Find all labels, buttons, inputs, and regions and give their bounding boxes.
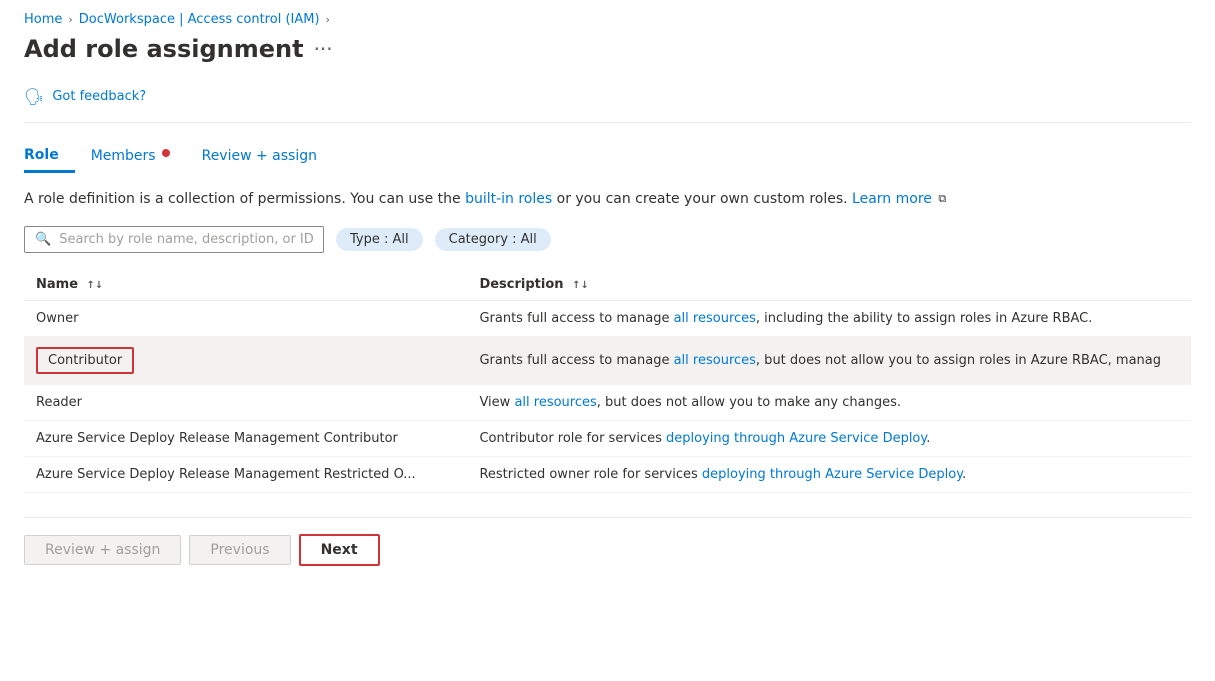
breadcrumb: Home › DocWorkspace | Access control (IA… — [24, 0, 1191, 35]
role-name-cell: Reader — [24, 385, 467, 421]
desc-after: , including the ability to assign roles … — [756, 311, 1092, 326]
divider — [24, 122, 1191, 123]
desc-link[interactable]: all resources — [674, 311, 756, 326]
previous-button[interactable]: Previous — [189, 535, 290, 565]
desc-after: . — [926, 431, 930, 446]
table-row[interactable]: Azure Service Deploy Release Management … — [24, 457, 1191, 493]
category-filter[interactable]: Category : All — [435, 228, 551, 251]
members-notification-dot — [162, 149, 170, 157]
ellipsis-menu[interactable]: ··· — [314, 37, 333, 61]
breadcrumb-workspace[interactable]: DocWorkspace | Access control (IAM) — [79, 12, 320, 27]
desc-link[interactable]: all resources — [674, 353, 756, 368]
filter-row: 🔍 Type : All Category : All — [24, 226, 1191, 253]
next-button[interactable]: Next — [299, 534, 380, 566]
table-row[interactable]: Contributor Grants full access to manage … — [24, 337, 1191, 385]
desc-before: Restricted owner role for services — [479, 467, 701, 482]
page-title-row: Add role assignment ··· — [24, 35, 1191, 63]
role-description: A role definition is a collection of per… — [24, 189, 1191, 210]
table-row[interactable]: ReaderView all resources, but does not a… — [24, 385, 1191, 421]
feedback-icon: 🗣 — [24, 87, 44, 106]
desc-link[interactable]: deploying through Azure Service Deploy — [702, 467, 962, 482]
desc-before: Grants full access to manage — [479, 311, 673, 326]
role-name-cell: Contributor — [24, 337, 467, 385]
roles-table-container: Name ↑↓ Description ↑↓ OwnerGrants full … — [24, 269, 1191, 493]
tabs-row: Role Members Review + assign — [24, 139, 1191, 173]
role-desc-cell: Restricted owner role for services deplo… — [467, 457, 1191, 493]
name-sort-icon: ↑↓ — [87, 280, 104, 291]
desc-after: , but does not allow you to assign roles… — [756, 353, 1161, 368]
col-header-description[interactable]: Description ↑↓ — [467, 269, 1191, 301]
tab-role[interactable]: Role — [24, 139, 75, 173]
role-desc-cell: Contributor role for services deploying … — [467, 421, 1191, 457]
role-name-cell: Owner — [24, 301, 467, 337]
desc-text-middle: or you can create your own custom roles. — [557, 191, 852, 207]
breadcrumb-sep1: › — [68, 13, 72, 26]
tab-review-assign[interactable]: Review + assign — [186, 139, 333, 173]
feedback-link[interactable]: Got feedback? — [52, 89, 146, 104]
external-link-icon: ⧉ — [938, 192, 946, 205]
desc-before: Contributor role for services — [479, 431, 666, 446]
search-icon: 🔍 — [35, 232, 51, 247]
role-name-selected-wrapper: Contributor — [36, 347, 134, 374]
type-filter[interactable]: Type : All — [336, 228, 423, 251]
desc-after: , but does not allow you to make any cha… — [597, 395, 901, 410]
desc-text-before: A role definition is a collection of per… — [24, 191, 465, 207]
search-input[interactable] — [59, 232, 313, 247]
table-row[interactable]: Azure Service Deploy Release Management … — [24, 421, 1191, 457]
learn-more-link[interactable]: Learn more — [852, 191, 932, 207]
desc-after: . — [962, 467, 966, 482]
page-title: Add role assignment — [24, 35, 304, 63]
review-assign-button[interactable]: Review + assign — [24, 535, 181, 565]
breadcrumb-sep2: › — [326, 13, 330, 26]
role-name-cell: Azure Service Deploy Release Management … — [24, 457, 467, 493]
table-header-row: Name ↑↓ Description ↑↓ — [24, 269, 1191, 301]
role-desc-cell: Grants full access to manage all resourc… — [467, 337, 1191, 385]
built-in-roles-link[interactable]: built-in roles — [465, 191, 552, 207]
breadcrumb-home[interactable]: Home — [24, 12, 62, 27]
desc-sort-icon: ↑↓ — [572, 280, 589, 291]
role-desc-cell: Grants full access to manage all resourc… — [467, 301, 1191, 337]
desc-link[interactable]: all resources — [514, 395, 596, 410]
search-box: 🔍 — [24, 226, 324, 253]
desc-link[interactable]: deploying through Azure Service Deploy — [666, 431, 926, 446]
roles-table: Name ↑↓ Description ↑↓ OwnerGrants full … — [24, 269, 1191, 493]
desc-before: View — [479, 395, 514, 410]
role-name-cell: Azure Service Deploy Release Management … — [24, 421, 467, 457]
role-desc-cell: View all resources, but does not allow y… — [467, 385, 1191, 421]
feedback-bar: 🗣 Got feedback? — [24, 79, 1191, 114]
table-row[interactable]: OwnerGrants full access to manage all re… — [24, 301, 1191, 337]
desc-before: Grants full access to manage — [479, 353, 673, 368]
tab-members[interactable]: Members — [75, 139, 186, 173]
footer-bar: Review + assign Previous Next — [24, 517, 1191, 566]
col-header-name[interactable]: Name ↑↓ — [24, 269, 467, 301]
